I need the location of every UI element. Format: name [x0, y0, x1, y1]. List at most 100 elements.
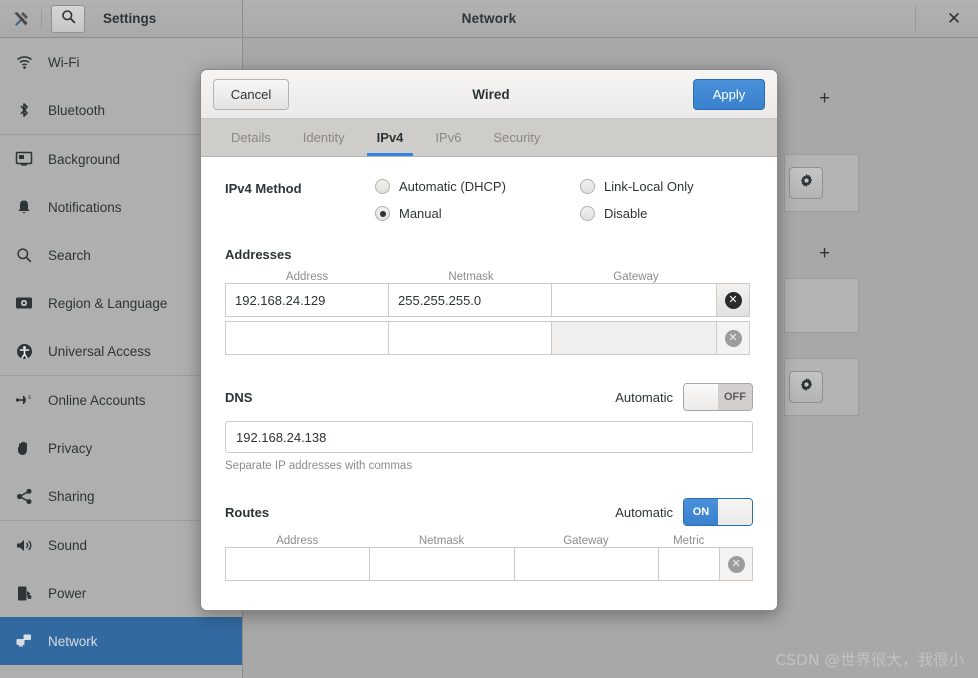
gear-icon	[799, 377, 814, 397]
route-metric-input-1[interactable]	[658, 547, 721, 581]
dns-input[interactable]: 192.168.24.138	[225, 421, 753, 453]
add-connection-button-2[interactable]: +	[819, 243, 830, 265]
settings-window: Settings Network ✕ Wi-Fi Bluetooth Backg…	[0, 0, 978, 678]
route-address-input-1[interactable]	[225, 547, 371, 581]
radio-link-local-only[interactable]: Link-Local Only	[580, 179, 753, 194]
connection-settings-button-2[interactable]	[789, 371, 823, 403]
delete-address-button-1[interactable]: ✕	[716, 283, 750, 317]
connection-card-2	[784, 278, 859, 333]
addresses-column-headers: Address Netmask Gateway	[225, 271, 753, 283]
dialog-header: Cancel Wired Apply	[201, 70, 777, 119]
radio-icon	[580, 179, 595, 194]
sidebar-item-label: Search	[48, 247, 91, 263]
dns-automatic-label: Automatic	[615, 389, 673, 405]
close-icon[interactable]: ✕	[944, 10, 964, 27]
delete-address-button-2[interactable]: ✕	[716, 321, 750, 355]
search-icon	[61, 9, 76, 29]
ipv4-method-label: IPv4 Method	[225, 181, 302, 196]
gateway-input-1[interactable]	[551, 283, 717, 317]
column-header-metric: Metric	[673, 535, 705, 547]
addresses-section: Addresses Address Netmask Gateway 192.16…	[225, 247, 753, 355]
toggle-knob	[718, 499, 752, 525]
column-header-netmask: Netmask	[448, 271, 494, 283]
tab-ipv6[interactable]: IPv6	[419, 119, 477, 156]
delete-route-button-1[interactable]: ✕	[719, 547, 753, 581]
sidebar-item-label: Universal Access	[48, 343, 151, 359]
cancel-button[interactable]: Cancel	[213, 78, 289, 110]
address-input-1[interactable]: 192.168.24.129	[225, 283, 389, 317]
tools-icon	[10, 8, 32, 30]
tab-details[interactable]: Details	[215, 119, 287, 156]
sidebar-item-label: Power	[48, 585, 87, 601]
radio-icon-selected	[375, 206, 390, 221]
route-row: ✕	[225, 547, 753, 581]
routes-column-headers: Address Netmask Gateway Metric	[225, 535, 753, 547]
dns-automatic-control: Automatic OFF	[615, 383, 753, 411]
sidebar-item-label: Online Accounts	[48, 392, 146, 408]
ipv4-settings-panel: IPv4 Method Automatic (DHCP) Link-Local …	[201, 157, 777, 610]
delete-circle-icon: ✕	[724, 291, 742, 309]
sidebar-item-label: Bluetooth	[48, 102, 106, 118]
radio-manual[interactable]: Manual	[375, 206, 580, 221]
window-titlebar: Settings Network ✕	[0, 0, 978, 38]
delete-circle-icon: ✕	[724, 329, 742, 347]
accessibility-icon	[14, 343, 34, 360]
dns-section-header: DNS Automatic OFF	[225, 383, 753, 411]
address-input-2[interactable]	[225, 321, 389, 355]
radio-disable[interactable]: Disable	[580, 206, 753, 221]
column-header-address: Address	[276, 535, 319, 547]
dialog-title: Wired	[472, 86, 510, 102]
share-icon	[14, 488, 34, 505]
tab-identity[interactable]: Identity	[287, 119, 361, 156]
connection-settings-button[interactable]	[789, 167, 823, 199]
address-row: 192.168.24.129 255.255.255.0 ✕	[225, 283, 753, 317]
radio-label: Link-Local Only	[604, 179, 694, 194]
routes-automatic-toggle[interactable]: ON	[683, 498, 753, 526]
radio-automatic-dhcp[interactable]: Automatic (DHCP)	[375, 179, 580, 194]
radio-label: Automatic (DHCP)	[399, 179, 506, 194]
column-header-netmask: Netmask	[418, 535, 465, 547]
region-icon	[14, 296, 34, 310]
sidebar-item-network[interactable]: Network	[0, 617, 242, 665]
ipv4-method-row: IPv4 Method Automatic (DHCP) Link-Local …	[225, 179, 753, 221]
address-row: ✕	[225, 321, 753, 355]
sidebar-item-label: Network	[48, 633, 98, 649]
sidebar-item-label: Notifications	[48, 199, 122, 215]
radio-icon	[580, 206, 595, 221]
dns-title: DNS	[225, 389, 253, 405]
search-button[interactable]	[51, 4, 85, 33]
titlebar-divider-right	[915, 5, 916, 32]
hand-icon	[14, 440, 34, 457]
routes-title: Routes	[225, 504, 270, 520]
dns-automatic-toggle[interactable]: OFF	[683, 383, 753, 411]
sidebar-item-label: Background	[48, 151, 121, 167]
add-connection-button[interactable]: +	[819, 88, 830, 110]
routes-automatic-label: Automatic	[615, 504, 673, 520]
route-netmask-input-1[interactable]	[369, 547, 515, 581]
netmask-input-1[interactable]: 255.255.255.0	[388, 283, 552, 317]
radio-label: Disable	[604, 206, 648, 221]
toggle-state-label: ON	[684, 499, 718, 525]
sidebar-item-label: Sound	[48, 537, 88, 553]
tab-security[interactable]: Security	[477, 119, 556, 156]
dns-hint: Separate IP addresses with commas	[225, 460, 413, 472]
dialog-tabs: Details Identity IPv4 IPv6 Security	[201, 119, 777, 157]
background-icon	[14, 151, 34, 167]
sidebar-item-label: Region & Language	[48, 295, 168, 311]
apply-button[interactable]: Apply	[692, 78, 765, 110]
search-icon	[14, 247, 34, 263]
radio-label: Manual	[399, 206, 442, 221]
tab-ipv4[interactable]: IPv4	[361, 119, 420, 156]
bell-icon	[14, 199, 34, 216]
titlebar-right-section: ✕	[735, 0, 978, 37]
route-gateway-input-1[interactable]	[513, 547, 660, 581]
wired-settings-dialog: Cancel Wired Apply Details Identity IPv4…	[200, 69, 778, 611]
netmask-input-2[interactable]	[388, 321, 552, 355]
sidebar-item-label: Privacy	[48, 440, 93, 456]
gear-icon	[799, 173, 814, 193]
toggle-state-label: OFF	[718, 384, 752, 410]
ipv4-method-options: Automatic (DHCP) Link-Local Only Manual …	[375, 179, 753, 221]
titlebar-divider	[41, 8, 42, 29]
gateway-input-2[interactable]	[551, 321, 717, 355]
routes-automatic-control: Automatic ON	[615, 498, 753, 526]
